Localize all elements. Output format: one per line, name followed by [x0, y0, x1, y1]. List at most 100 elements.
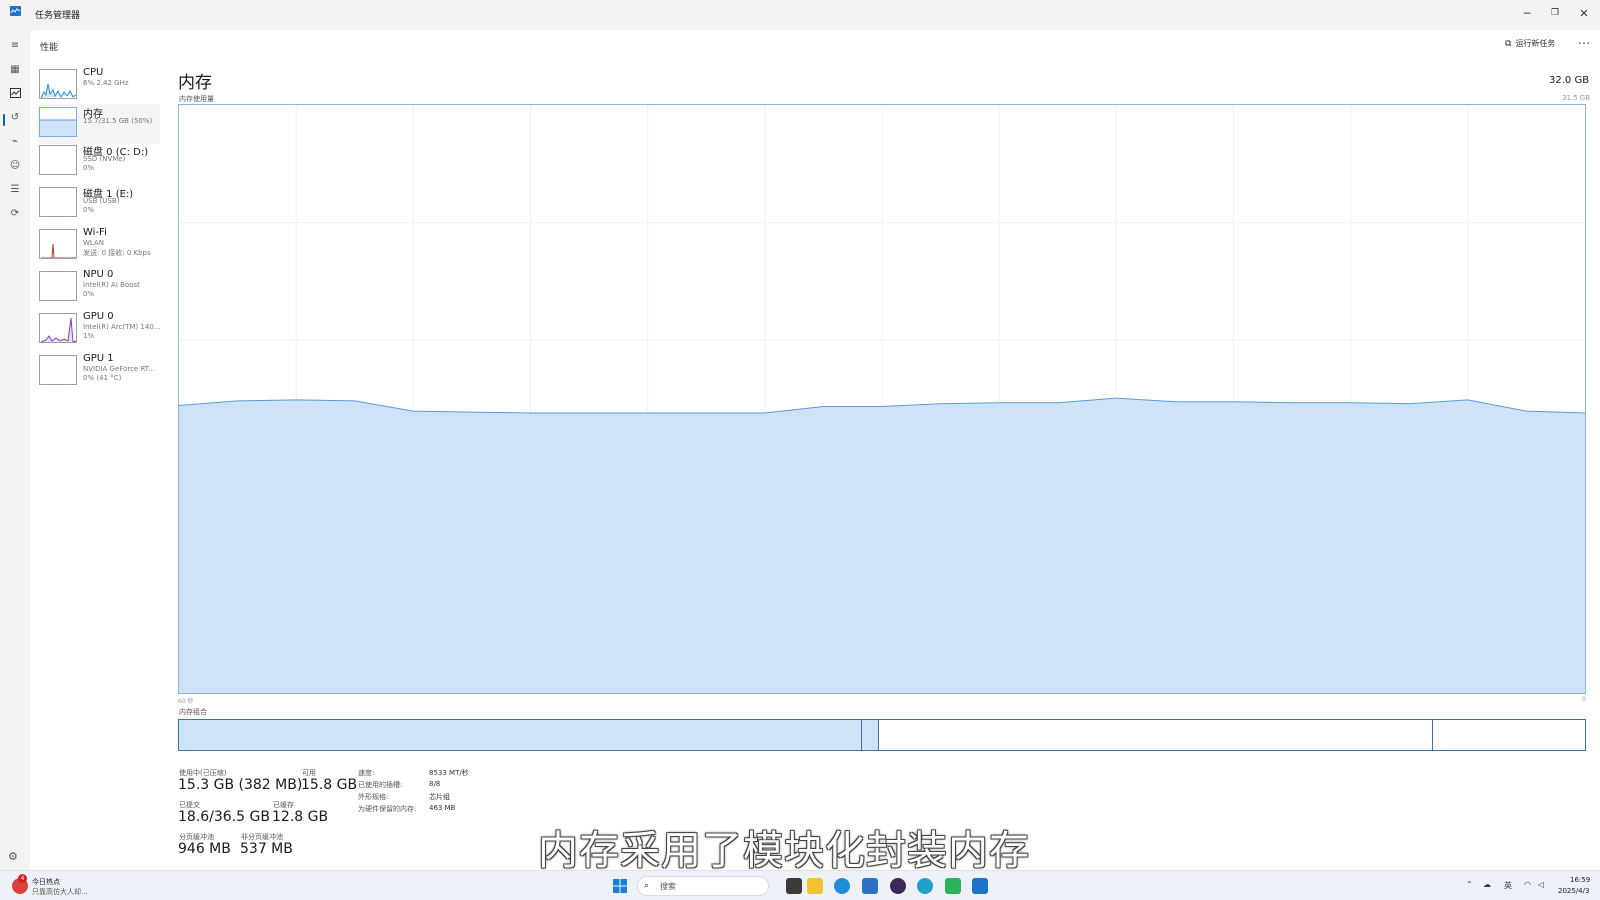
task-view-icon[interactable] [786, 878, 802, 894]
run-task-label: 运行新任务 [1515, 39, 1556, 48]
taskbar-search-box[interactable]: ⌕ 搜索 [637, 876, 769, 896]
device-detail: USB (USB) [83, 197, 120, 205]
device-detail: NVIDIA GeForce RT... [83, 365, 155, 373]
device-detail: Intel(R) Arc(TM) 140... [83, 323, 161, 331]
device-item-memory[interactable]: 内存 15.7/31.5 GB (50%) [37, 104, 160, 144]
news-title[interactable]: 今日热点 [32, 877, 60, 887]
device-thumbnail [39, 107, 77, 137]
search-icon: ⌕ [644, 881, 650, 891]
run-new-task-button[interactable]: ⧉ 运行新任务 [1505, 38, 1555, 49]
device-item-npu-0[interactable]: NPU 0 Intel(R) AI Boost 0% [37, 268, 160, 308]
committed-value: 18.6/36.5 GB [178, 809, 270, 825]
news-subtitle[interactable]: 只靠高仿大人却... [32, 887, 88, 897]
device-usage: 0% [83, 290, 95, 298]
device-item-disk-0[interactable]: 磁盘 0 (C: D:) SSD (NVMe) 0% [37, 142, 160, 182]
restore-icon: ❐ [1550, 8, 1560, 18]
memory-usage-max: 31.5 GB [1562, 94, 1591, 102]
close-icon: ✕ [1579, 6, 1589, 20]
store-icon[interactable] [862, 878, 878, 894]
startup-apps-icon[interactable]: ⌁ [8, 134, 22, 148]
device-thumbnail [39, 69, 77, 99]
device-thumbnail [39, 145, 77, 175]
device-thumbnail [39, 187, 77, 217]
news-badge: 4 [18, 874, 27, 883]
performance-icon[interactable] [8, 86, 22, 100]
taskbar: 4 今日热点 只靠高仿大人却... ⌕ 搜索 ⌃ ☁ 英 ◠ ◁ 16:59 2… [0, 870, 1600, 900]
users-icon[interactable]: ☺ [8, 158, 22, 172]
device-usage: 0% [83, 206, 95, 214]
composition-segment-free [1433, 720, 1585, 750]
more-options-icon[interactable]: ⋯ [1578, 36, 1591, 50]
memory-usage-area [179, 398, 1585, 693]
volume-icon[interactable]: ◁ [1538, 880, 1544, 889]
video-subtitle: 内存采用了模块化封装内存 [538, 828, 1030, 874]
details-icon[interactable]: ☰ [8, 182, 22, 196]
edge-dev-icon[interactable] [917, 878, 933, 894]
memory-usage-svg [178, 105, 1586, 693]
hardware-reserved-value: 463 MB [429, 804, 456, 812]
chat-app-icon[interactable] [890, 878, 906, 894]
device-usage: 0% (41 °C) [83, 374, 122, 382]
device-thumbnail [39, 229, 77, 259]
clock-time[interactable]: 16:59 [1570, 876, 1590, 884]
chart-axis-right-label: 0 [1582, 696, 1586, 703]
device-usage: 发送: 0 接收: 0 Kbps [83, 249, 151, 257]
settings-gear-icon[interactable]: ⚙ [8, 850, 22, 864]
file-explorer-icon[interactable] [807, 878, 823, 894]
task-manager-taskbar-icon[interactable] [972, 878, 988, 894]
messenger-icon[interactable] [945, 878, 961, 894]
page-title: 性能 [40, 43, 59, 53]
memory-total: 32.0 GB [1549, 75, 1590, 86]
minimize-icon: ─ [1523, 6, 1531, 20]
slots-value: 8/8 [429, 780, 441, 788]
hardware-reserved-label: 为硬件保留的内存: [358, 805, 417, 813]
memory-usage-label: 内存使用量 [179, 95, 214, 103]
task-manager-app-icon [10, 6, 21, 16]
device-name: Wi-Fi [83, 227, 107, 238]
device-name: GPU 0 [83, 311, 114, 322]
device-item-wifi[interactable]: Wi-Fi WLAN 发送: 0 接收: 0 Kbps [37, 226, 160, 266]
search-placeholder: 搜索 [660, 882, 676, 891]
device-usage: 0% [83, 164, 95, 172]
device-item-cpu[interactable]: CPU 6% 2.42 GHz [37, 66, 160, 106]
slots-label: 已使用的插槽: [358, 781, 403, 789]
tray-chevron-up-icon[interactable]: ⌃ [1466, 880, 1473, 889]
memory-composition-bar [178, 719, 1586, 751]
input-method-indicator[interactable]: 英 [1504, 880, 1512, 891]
restore-button[interactable]: ❐ [1542, 2, 1568, 24]
close-button[interactable]: ✕ [1571, 2, 1597, 24]
composition-segment-in_use [179, 720, 863, 750]
device-item-disk-1[interactable]: 磁盘 1 (E:) USB (USB) 0% [37, 184, 160, 224]
speed-value: 8533 MT/秒 [429, 769, 469, 777]
clock-date[interactable]: 2025/4/3 [1558, 887, 1589, 895]
window-title: 任务管理器 [35, 11, 81, 21]
device-detail: 6% 2.42 GHz [83, 79, 129, 87]
device-item-gpu-0[interactable]: GPU 0 Intel(R) Arc(TM) 140... 1% [37, 310, 160, 350]
device-thumbnail [39, 355, 77, 385]
hamburger-menu-icon[interactable]: ≡ [8, 38, 22, 52]
services-icon[interactable]: ⟳ [8, 206, 22, 220]
device-detail: WLAN [83, 239, 105, 247]
composition-segment-modified [862, 720, 880, 750]
start-windows-icon[interactable] [612, 878, 628, 894]
memory-usage-chart [178, 104, 1586, 694]
speed-label: 速度: [358, 769, 375, 777]
device-name: NPU 0 [83, 269, 114, 280]
device-thumbnail [39, 271, 77, 301]
chart-axis-left-label: 60 秒 [178, 698, 194, 705]
memory-composition-label: 内存组合 [179, 708, 207, 716]
paged-pool-value: 946 MB [178, 841, 231, 857]
onedrive-icon[interactable]: ☁ [1483, 880, 1491, 889]
run-task-icon: ⧉ [1505, 38, 1512, 49]
device-item-gpu-1[interactable]: GPU 1 NVIDIA GeForce RT... 0% (41 °C) [37, 352, 160, 392]
device-name: GPU 1 [83, 353, 114, 364]
device-detail: Intel(R) AI Boost [83, 281, 140, 289]
device-thumbnail [39, 313, 77, 343]
memory-title: 内存 [178, 73, 212, 93]
app-history-icon[interactable]: ↺ [8, 110, 22, 124]
edge-browser-icon[interactable] [834, 878, 850, 894]
minimize-button[interactable]: ─ [1514, 2, 1540, 24]
wifi-icon[interactable]: ◠ [1524, 880, 1531, 889]
device-name: CPU [83, 67, 104, 78]
processes-icon[interactable]: ▦ [8, 62, 22, 76]
